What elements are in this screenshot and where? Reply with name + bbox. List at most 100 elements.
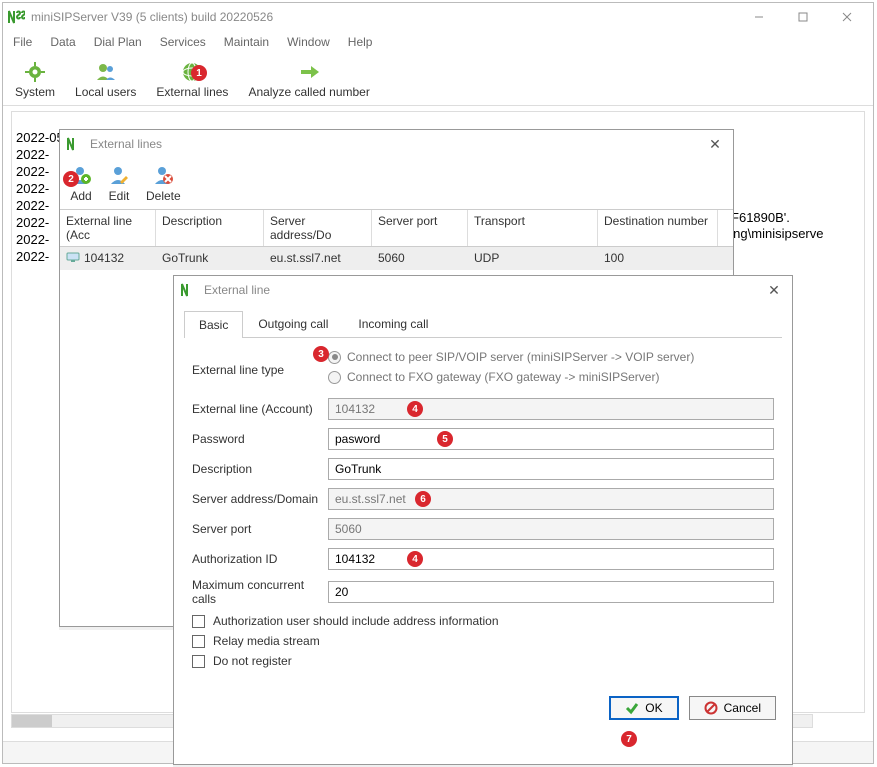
- annotation-badge: 7: [621, 731, 637, 747]
- maximize-button[interactable]: [781, 3, 825, 31]
- label-server: Server address/Domain: [192, 492, 328, 506]
- checkbox-icon: [192, 655, 205, 668]
- toolbar-external-lines[interactable]: External lines: [150, 55, 234, 103]
- annotation-badge: 6: [415, 491, 431, 507]
- annotation-badge: 3: [313, 346, 329, 362]
- menu-maintain[interactable]: Maintain: [224, 35, 269, 49]
- cancel-button[interactable]: Cancel: [689, 696, 776, 720]
- ok-button[interactable]: OK: [609, 696, 678, 720]
- edit-button[interactable]: Edit: [104, 162, 134, 205]
- authid-field[interactable]: [328, 548, 774, 570]
- ok-label: OK: [645, 701, 662, 715]
- app-logo-icon: [66, 137, 84, 151]
- external-line-titlebar: External line ✕: [174, 276, 792, 304]
- toolbar-external-lines-label: External lines: [156, 85, 228, 99]
- cb-auth-addr[interactable]: Authorization user should include addres…: [192, 614, 774, 628]
- annotation-badge: 2: [63, 171, 79, 187]
- external-lines-titlebar: External lines ✕: [60, 130, 733, 158]
- cb-auth-addr-label: Authorization user should include addres…: [213, 614, 499, 628]
- row-transport: UDP: [468, 247, 598, 270]
- server-field[interactable]: [328, 488, 774, 510]
- tab-outgoing[interactable]: Outgoing call: [243, 310, 343, 337]
- arrow-right-icon: [296, 59, 322, 85]
- checkbox-icon: [192, 615, 205, 628]
- menu-window[interactable]: Window: [287, 35, 330, 49]
- dialog-buttons: OK Cancel: [174, 686, 792, 730]
- cb-noreg[interactable]: Do not register: [192, 654, 774, 668]
- col-port[interactable]: Server port: [372, 210, 468, 246]
- tab-basic[interactable]: Basic: [184, 311, 243, 338]
- main-titlebar: miniSIPServer V39 (5 clients) build 2022…: [3, 3, 873, 31]
- radio-fxo[interactable]: Connect to FXO gateway (FXO gateway -> m…: [328, 370, 774, 384]
- close-icon[interactable]: ✕: [703, 132, 727, 156]
- row-server: eu.st.ssl7.net: [264, 247, 372, 270]
- radio-icon: [328, 371, 341, 384]
- console-line: 2022-: [16, 181, 49, 196]
- toolbar-local-users-label: Local users: [75, 85, 136, 99]
- minimize-button[interactable]: [737, 3, 781, 31]
- maxcc-field[interactable]: [328, 581, 774, 603]
- external-line-dialog: External line ✕ Basic Outgoing call Inco…: [173, 275, 793, 765]
- cb-relay[interactable]: Relay media stream: [192, 634, 774, 648]
- main-toolbar: System Local users External lines Analyz…: [3, 53, 873, 106]
- app-logo-icon: [7, 9, 25, 25]
- console-line: 2022-: [16, 164, 49, 179]
- delete-button[interactable]: Delete: [142, 162, 185, 205]
- menu-help[interactable]: Help: [348, 35, 373, 49]
- toolbar-analyze[interactable]: Analyze called number: [242, 55, 375, 103]
- external-lines-toolbar: Add Edit Delete: [60, 158, 733, 209]
- users-icon: [93, 59, 119, 85]
- row-account: 104132: [84, 251, 124, 266]
- toolbar-analyze-label: Analyze called number: [248, 85, 369, 99]
- label-port: Server port: [192, 522, 328, 536]
- checkbox-icon: [192, 635, 205, 648]
- col-description[interactable]: Description: [156, 210, 264, 246]
- menu-file[interactable]: File: [13, 35, 32, 49]
- col-server[interactable]: Server address/Do: [264, 210, 372, 246]
- gear-icon: [22, 59, 48, 85]
- toolbar-local-users[interactable]: Local users: [69, 55, 142, 103]
- delete-label: Delete: [146, 189, 181, 203]
- menubar: File Data Dial Plan Services Maintain Wi…: [3, 31, 873, 53]
- col-transport[interactable]: Transport: [468, 210, 598, 246]
- basic-form: External line type Connect to peer SIP/V…: [174, 338, 792, 686]
- menu-data[interactable]: Data: [50, 35, 75, 49]
- table-row[interactable]: 104132 GoTrunk eu.st.ssl7.net 5060 UDP 1…: [60, 247, 733, 270]
- radio-fxo-label: Connect to FXO gateway (FXO gateway -> m…: [347, 370, 659, 384]
- app-logo-icon: [180, 283, 198, 297]
- port-field[interactable]: [328, 518, 774, 540]
- console-line: 2022-: [16, 198, 49, 213]
- menu-dial-plan[interactable]: Dial Plan: [94, 35, 142, 49]
- annotation-badge: 4: [407, 401, 423, 417]
- annotation-badge: 4: [407, 551, 423, 567]
- console-line: 2022-: [16, 232, 49, 247]
- scrollbar-thumb[interactable]: [12, 715, 52, 727]
- grid-header: External line (Acc Description Server ad…: [60, 210, 733, 247]
- close-button[interactable]: [825, 3, 869, 31]
- toolbar-system[interactable]: System: [9, 55, 61, 103]
- tabs: Basic Outgoing call Incoming call: [184, 310, 782, 338]
- console-line: 2022-: [16, 147, 49, 162]
- radio-voip[interactable]: Connect to peer SIP/VOIP server (miniSIP…: [328, 350, 774, 364]
- check-icon: [625, 701, 639, 715]
- col-dest[interactable]: Destination number: [598, 210, 718, 246]
- main-title: miniSIPServer V39 (5 clients) build 2022…: [31, 10, 737, 24]
- row-dest: 100: [598, 247, 718, 270]
- external-lines-grid: External line (Acc Description Server ad…: [60, 209, 733, 270]
- no-icon: [704, 701, 718, 715]
- row-description: GoTrunk: [156, 247, 264, 270]
- label-maxcc: Maximum concurrent calls: [192, 578, 328, 606]
- tab-incoming[interactable]: Incoming call: [343, 310, 443, 337]
- description-field[interactable]: [328, 458, 774, 480]
- label-authid: Authorization ID: [192, 552, 328, 566]
- col-account[interactable]: External line (Acc: [60, 210, 156, 246]
- menu-services[interactable]: Services: [160, 35, 206, 49]
- external-line-title: External line: [204, 283, 762, 297]
- toolbar-system-label: System: [15, 85, 55, 99]
- delete-user-icon: [152, 164, 174, 189]
- annotation-badge: 5: [437, 431, 453, 447]
- account-field[interactable]: [328, 398, 774, 420]
- password-field[interactable]: [328, 428, 774, 450]
- label-type: External line type: [192, 363, 328, 377]
- close-icon[interactable]: ✕: [762, 278, 786, 302]
